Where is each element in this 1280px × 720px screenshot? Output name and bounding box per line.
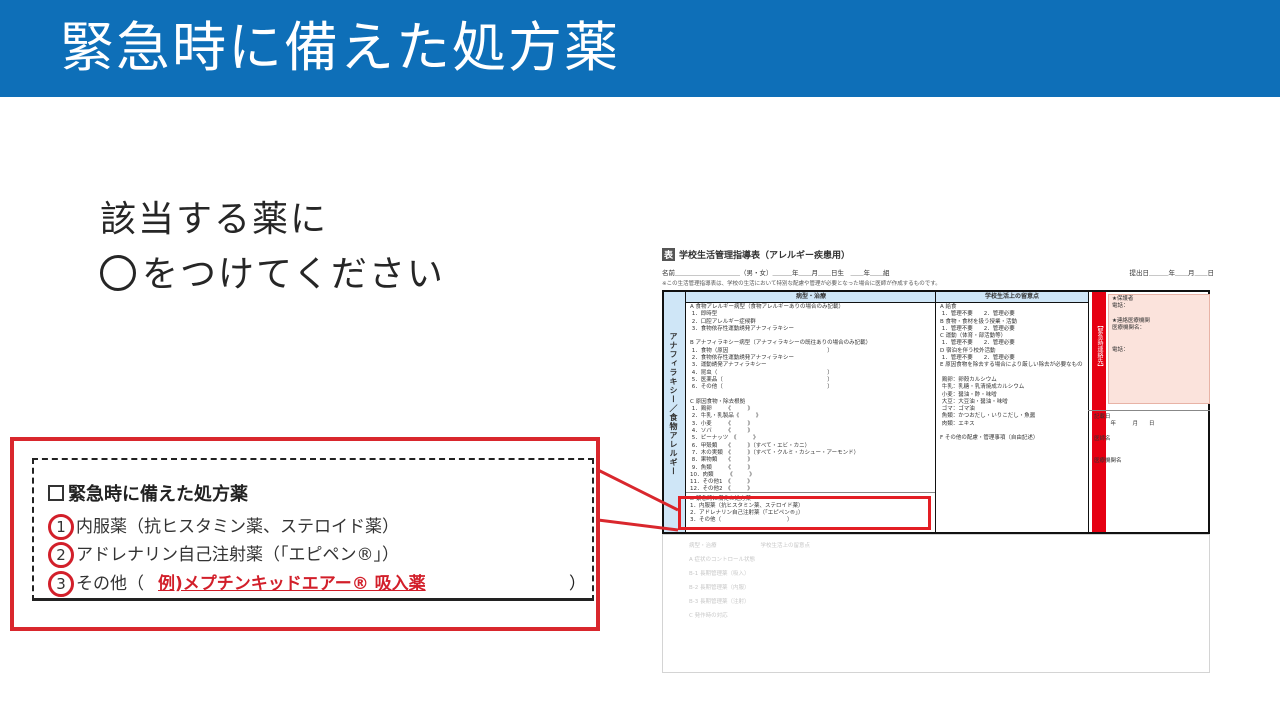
instruction-line-2: をつけてください [100,245,445,297]
slide-title: 緊急時に備えた処方薬 [60,16,620,79]
side-label-text: アナフィラキシー／食物アレルギー [669,332,678,476]
zoom-item-1-text: 内服薬（抗ヒスタミン薬、ステロイド薬） [76,517,399,537]
checkbox-icon [48,485,64,501]
form-title-text: 学校生活管理指導表（アレルギー疾患用） [679,251,851,261]
contact-text: ★保護者 電話： ★連絡医療機関 医療機関名： 電話： [1112,296,1150,354]
circle-number-icon[interactable]: 3 [48,571,74,597]
form-title: 表学校生活管理指導表（アレルギー疾患用） [662,248,850,261]
circle-number-icon[interactable]: 2 [48,542,74,568]
col-header-disease: 病型・治療 [686,292,936,303]
divider [1088,410,1210,411]
instruction-line-2-text: をつけてください [142,254,445,295]
form-right-text: A 給食 1．管理不要 2．管理必要 B 食物・食材を扱う授業・活動 1．管理不… [940,304,1083,442]
form-note: ※この生活管理指導表は、学校の生活において特別な配慮や管理が必要となった場合に医… [662,281,941,287]
circle-icon [100,255,136,291]
zoom-inner: 緊急時に備えた処方薬 1 内服薬（抗ヒスタミン薬、ステロイド薬） 2 アドレナリン自… [32,458,594,601]
closing-paren: ） [569,574,586,594]
allergy-guidance-form: 表学校生活管理指導表（アレルギー疾患用） 名前＿＿＿＿＿＿＿＿＿＿（男・女）＿＿… [662,248,1214,673]
zoom-title: 緊急時に備えた処方薬 [48,480,248,506]
faded-text: 病型・治療 学校生活上の留意点 A 症状のコントロール状態 B-1 長期管理薬（… [689,543,811,619]
zoom-callout: 緊急時に備えた処方薬 1 内服薬（抗ヒスタミン薬、ステロイド薬） 2 アドレナリン自… [10,437,600,631]
zoom-item-3-text: その他（ [76,574,144,594]
zoom-title-text: 緊急時に備えた処方薬 [68,484,248,505]
form-highlight-box [678,496,931,530]
divider [935,292,936,532]
form-submit-line: 提出日＿＿＿年＿＿月＿＿日 [1129,269,1215,277]
zoom-item-1: 1 内服薬（抗ヒスタミン薬、ステロイド薬） [48,512,399,540]
form-faded-section: 病型・治療 学校生活上の留意点 A 症状のコントロール状態 B-1 長期管理薬（… [662,534,1210,673]
divider [686,492,935,493]
form-tag: 表 [662,248,676,261]
form-name-line: 名前＿＿＿＿＿＿＿＿＿＿（男・女）＿＿＿年＿＿月＿＿日生 ＿＿年＿＿組 [662,269,890,277]
divider [1088,292,1089,532]
col-header-school: 学校生活上の留意点 [936,292,1088,303]
zoom-item-3: 3 その他（ 例)メプチンキッドエアー® 吸入薬 [48,569,426,597]
contact-label: 【緊急時連絡先】 [1096,322,1103,370]
zoom-item-2: 2 アドレナリン自己注射薬（「エピペン®」） [48,540,399,568]
emergency-contact-band: 【緊急時連絡先】 [1092,292,1106,532]
date-text: 記載日 年 月 日 医師名 医療機関名 [1094,414,1155,464]
zoom-item-2-text: アドレナリン自己注射薬（「エピペン®」） [76,545,399,565]
instruction-line-1: 該当する薬に [100,199,329,240]
slide-header: 緊急時に備えた処方薬 [0,0,1280,97]
example-text: 例)メプチンキッドエアー® 吸入薬 [158,574,426,594]
circle-number-icon[interactable]: 1 [48,514,74,540]
form-left-text: A 食物アレルギー病型（食物アレルギーありの場合のみ記載） 1．即時型 2．口腔… [690,304,872,493]
